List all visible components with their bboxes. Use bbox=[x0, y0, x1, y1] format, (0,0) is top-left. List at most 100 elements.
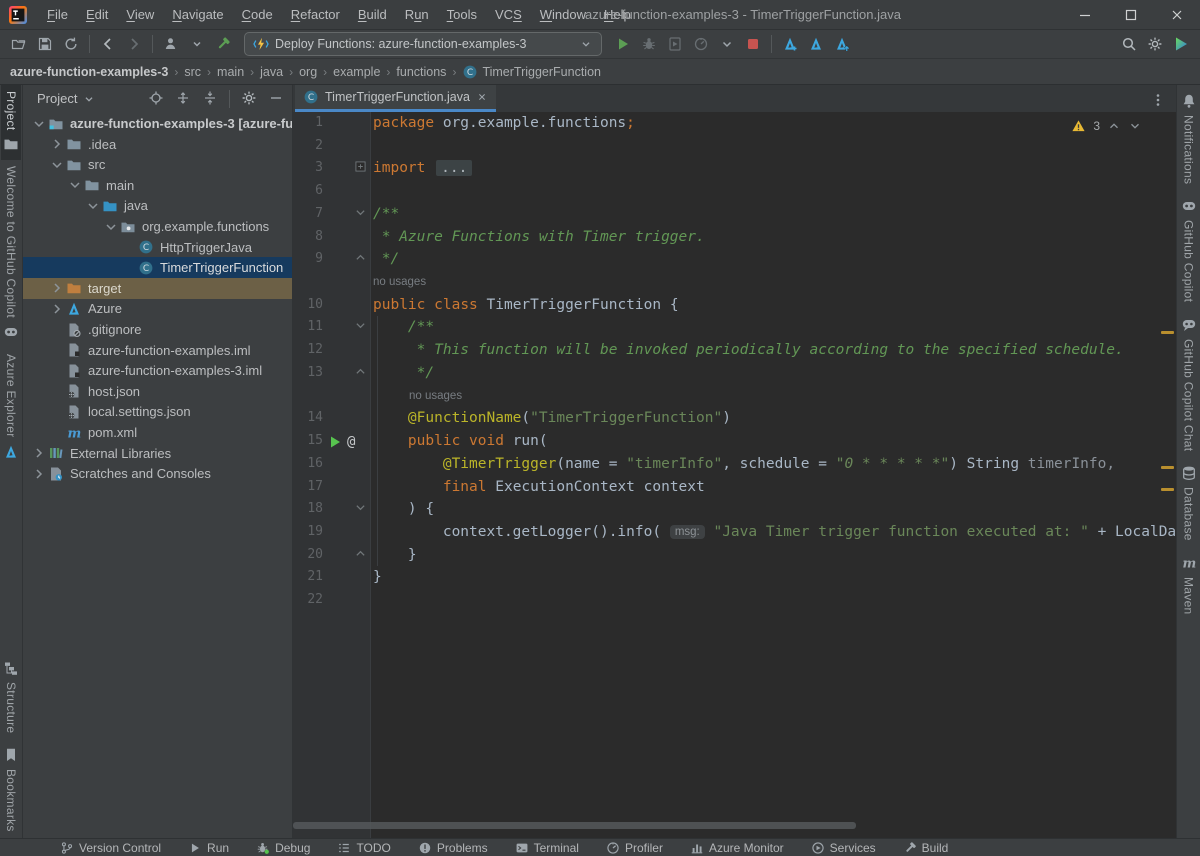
breadcrumb-item-functions[interactable]: functions bbox=[396, 65, 446, 79]
code-line-17[interactable]: 17 final ExecutionContext context bbox=[293, 476, 1176, 499]
run-gutter[interactable]: @ bbox=[327, 434, 355, 450]
debug-button[interactable] bbox=[636, 32, 662, 56]
tree-item-timertriggerfunction[interactable]: CTimerTriggerFunction bbox=[23, 257, 292, 278]
tool-window-button-bookmarks[interactable]: Bookmarks bbox=[1, 739, 21, 838]
forward-button[interactable] bbox=[121, 32, 147, 56]
tree-item-httptriggerjava[interactable]: CHttpTriggerJava bbox=[23, 237, 292, 258]
breadcrumb-item-example[interactable]: example bbox=[333, 65, 380, 79]
plugin-button[interactable] bbox=[1168, 32, 1194, 56]
project-panel-hide-button[interactable] bbox=[266, 88, 286, 109]
menu-file[interactable]: File bbox=[38, 0, 77, 29]
tree-item-external-libraries[interactable]: External Libraries bbox=[23, 443, 292, 464]
code-line-10[interactable]: 10public class TimerTriggerFunction { bbox=[293, 294, 1176, 317]
tool-window-button-project[interactable]: Project bbox=[1, 85, 21, 160]
menu-code[interactable]: Code bbox=[233, 0, 282, 29]
tool-window-button-database[interactable]: Database bbox=[1179, 457, 1199, 547]
code-line-16[interactable]: 16 @TimerTrigger(name = "timerInfo", sch… bbox=[293, 453, 1176, 476]
stop-button[interactable] bbox=[740, 32, 766, 56]
tool-window-button-github-copilot-chat[interactable]: GitHub Copilot Chat bbox=[1179, 309, 1199, 457]
code-line-8[interactable]: 8 * Azure Functions with Timer trigger. bbox=[293, 226, 1176, 249]
code-line-3[interactable]: 3import ... bbox=[293, 157, 1176, 180]
warning-stripe-mark[interactable] bbox=[1161, 331, 1174, 334]
tree-item-azure-function-examples-3-iml[interactable]: azure-function-examples-3.iml bbox=[23, 360, 292, 381]
code-line-9[interactable]: 9 */ bbox=[293, 248, 1176, 271]
menu-edit[interactable]: Edit bbox=[77, 0, 117, 29]
gear-button[interactable] bbox=[1142, 32, 1168, 56]
code-line-20[interactable]: 20 } bbox=[293, 544, 1176, 567]
tool-window-button-azure-monitor[interactable]: Azure Monitor bbox=[690, 841, 784, 855]
horizontal-scrollbar[interactable] bbox=[293, 822, 856, 829]
hammer-green-button[interactable] bbox=[210, 32, 236, 56]
breadcrumb-item-azure-function-examples-3[interactable]: azure-function-examples-3 bbox=[10, 65, 168, 79]
chevron-down-icon[interactable] bbox=[85, 198, 101, 214]
menu-vcs[interactable]: VCS bbox=[486, 0, 531, 29]
chevron-down-icon[interactable] bbox=[82, 92, 96, 106]
tool-window-button-structure[interactable]: Structure bbox=[1, 652, 21, 739]
code-line-15[interactable]: 15@ public void run( bbox=[293, 430, 1176, 453]
code-area[interactable]: 1package org.example.functions;23import … bbox=[293, 112, 1176, 838]
fold-marker-icon[interactable] bbox=[355, 252, 366, 263]
tool-window-button-profiler[interactable]: Profiler bbox=[606, 841, 663, 855]
tool-window-button-notifications[interactable]: Notifications bbox=[1179, 85, 1199, 190]
close-tab-icon[interactable] bbox=[476, 91, 488, 103]
chevron-right-icon[interactable] bbox=[31, 445, 47, 461]
code-line-7[interactable]: 7/** bbox=[293, 203, 1176, 226]
editor[interactable]: C TimerTriggerFunction.java 3 1package o… bbox=[293, 85, 1176, 838]
fold-marker-icon[interactable] bbox=[355, 548, 366, 559]
minimize-button[interactable] bbox=[1062, 0, 1108, 29]
code-line-22[interactable]: 22 bbox=[293, 589, 1176, 612]
tree-item-local-settings-json[interactable]: local.settings.json bbox=[23, 401, 292, 422]
tree-item-java[interactable]: java bbox=[23, 195, 292, 216]
tool-window-button-services[interactable]: Services bbox=[811, 841, 876, 855]
tool-window-button-problems[interactable]: Problems bbox=[418, 841, 488, 855]
breadcrumb-item-java[interactable]: java bbox=[260, 65, 283, 79]
sync-button[interactable] bbox=[58, 32, 84, 56]
project-panel-locate-button[interactable] bbox=[146, 88, 166, 109]
fold-marker-icon[interactable] bbox=[355, 207, 366, 218]
breadcrumb-item-timertriggerfunction[interactable]: CTimerTriggerFunction bbox=[462, 64, 601, 80]
tool-window-button-terminal[interactable]: Terminal bbox=[515, 841, 579, 855]
user-button[interactable] bbox=[158, 32, 184, 56]
tool-window-button-debug[interactable]: Debug bbox=[256, 841, 310, 855]
menu-run[interactable]: Run bbox=[396, 0, 438, 29]
breadcrumb-item-org[interactable]: org bbox=[299, 65, 317, 79]
menu-build[interactable]: Build bbox=[349, 0, 396, 29]
run-button[interactable] bbox=[610, 32, 636, 56]
warning-stripe-mark[interactable] bbox=[1161, 466, 1174, 469]
tool-window-button-todo[interactable]: TODO bbox=[337, 841, 390, 855]
chevron-down-icon[interactable] bbox=[49, 157, 65, 173]
code-line-14[interactable]: 14 @FunctionName("TimerTriggerFunction") bbox=[293, 407, 1176, 430]
azure-a-add-button[interactable] bbox=[777, 32, 803, 56]
coverage-button[interactable] bbox=[662, 32, 688, 56]
tool-window-button-welcome-to-github-copilot[interactable]: Welcome to GitHub Copilot bbox=[1, 160, 21, 348]
menu-tools[interactable]: Tools bbox=[438, 0, 486, 29]
tool-window-button-maven[interactable]: mMaven bbox=[1179, 547, 1199, 621]
tree-item-idea[interactable]: .idea bbox=[23, 134, 292, 155]
project-panel-expand-all-button[interactable] bbox=[173, 88, 193, 109]
more-options-icon[interactable] bbox=[1148, 90, 1168, 110]
code-line-19[interactable]: 19 context.getLogger().info( msg: "Java … bbox=[293, 521, 1176, 544]
tree-item-main[interactable]: main bbox=[23, 175, 292, 196]
fold-marker-icon[interactable] bbox=[355, 366, 366, 377]
tool-window-button-azure-explorer[interactable]: Azure Explorer bbox=[1, 348, 21, 468]
code-line-13[interactable]: 13 */ bbox=[293, 362, 1176, 385]
tool-window-button-build[interactable]: Build bbox=[903, 841, 949, 855]
tool-window-button-run[interactable]: Run bbox=[188, 841, 229, 855]
user-caret-button[interactable] bbox=[184, 32, 210, 56]
project-panel-gear-button[interactable] bbox=[239, 88, 259, 109]
tree-item-azure-function-examples-iml[interactable]: azure-function-examples.iml bbox=[23, 340, 292, 361]
chevron-right-icon[interactable] bbox=[31, 466, 47, 482]
menu-view[interactable]: View bbox=[117, 0, 163, 29]
fold-marker-icon[interactable] bbox=[355, 502, 366, 513]
code-line-12[interactable]: 12 * This function will be invoked perio… bbox=[293, 339, 1176, 362]
project-panel-collapse-all-button[interactable] bbox=[200, 88, 220, 109]
chevron-down-icon[interactable] bbox=[67, 177, 83, 193]
inlay-hint[interactable]: no usages bbox=[409, 385, 462, 408]
menu-navigate[interactable]: Navigate bbox=[163, 0, 232, 29]
back-button[interactable] bbox=[95, 32, 121, 56]
tree-item-host-json[interactable]: host.json bbox=[23, 381, 292, 402]
run-configuration-combo[interactable]: Deploy Functions: azure-function-example… bbox=[244, 32, 602, 56]
menu-refactor[interactable]: Refactor bbox=[282, 0, 349, 29]
breadcrumb-item-src[interactable]: src bbox=[184, 65, 201, 79]
tree-item-gitignore[interactable]: .gitignore bbox=[23, 319, 292, 340]
